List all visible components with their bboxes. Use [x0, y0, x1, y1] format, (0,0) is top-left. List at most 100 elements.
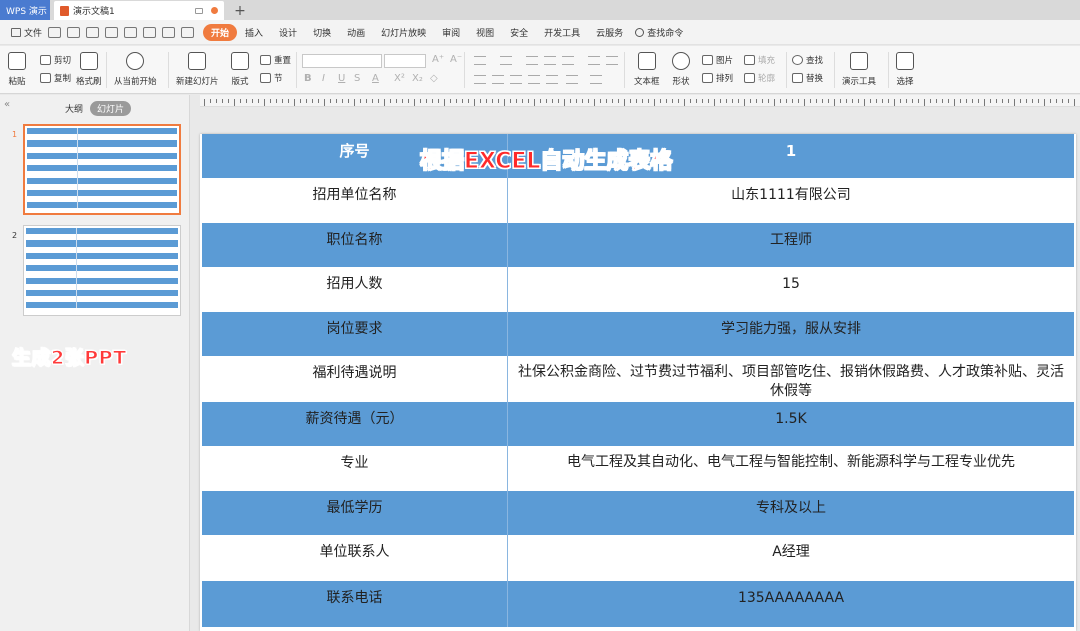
- table-cell-label[interactable]: 薪资待遇（元）: [202, 402, 507, 446]
- table-cell-label[interactable]: 招用单位名称: [202, 178, 507, 223]
- table-cell-label[interactable]: 联系电话: [202, 581, 507, 627]
- menu-item[interactable]: 切换: [305, 26, 339, 39]
- new-tab-button[interactable]: +: [230, 2, 250, 20]
- table-cell-value[interactable]: 工程师: [507, 223, 1074, 267]
- format-painter-button[interactable]: 格式刷: [76, 52, 102, 87]
- superscript-icon[interactable]: X²: [394, 73, 405, 84]
- tab-slides[interactable]: 幻灯片: [90, 101, 132, 116]
- numbering-icon[interactable]: [500, 56, 512, 65]
- save-icon[interactable]: [67, 26, 81, 38]
- underline-icon[interactable]: U: [338, 73, 345, 84]
- decrease-indent-icon[interactable]: [526, 56, 538, 65]
- wps-app-tab[interactable]: WPS 演示: [0, 0, 50, 20]
- customize-quick-access-icon[interactable]: [181, 26, 195, 38]
- font-color-icon[interactable]: A: [372, 73, 379, 84]
- text-direction-icon[interactable]: [606, 56, 618, 65]
- slide-thumbnail-1[interactable]: [23, 124, 181, 215]
- table-cell-value[interactable]: 电气工程及其自动化、电气工程与智能控制、新能源科学与工程专业优先: [507, 446, 1074, 491]
- clear-format-icon[interactable]: ◇: [430, 73, 438, 84]
- align-center-icon[interactable]: [492, 75, 504, 84]
- presentation-tools-button[interactable]: 演示工具: [842, 52, 876, 87]
- fill-button[interactable]: 填充: [744, 54, 775, 66]
- tab-outline[interactable]: 大纲: [58, 101, 90, 116]
- menu-item[interactable]: 设计: [271, 26, 305, 39]
- export-pdf-icon[interactable]: [124, 26, 138, 38]
- menu-item[interactable]: 开始: [203, 23, 238, 41]
- layout-button[interactable]: 版式: [231, 52, 249, 87]
- line-spacing-icon[interactable]: [562, 56, 574, 65]
- table-row[interactable]: 薪资待遇（元） 1.5K: [202, 402, 1074, 446]
- menu-item[interactable]: 插入: [237, 26, 271, 39]
- window-mode-icon[interactable]: [195, 7, 203, 14]
- table-cell-label[interactable]: 职位名称: [202, 223, 507, 267]
- table-cell-value[interactable]: A经理: [507, 535, 1074, 581]
- table-row[interactable]: 岗位要求 学习能力强，服从安排: [202, 312, 1074, 356]
- textbox-button[interactable]: 文本框: [634, 52, 660, 87]
- menu-item[interactable]: 幻灯片放映: [373, 26, 434, 39]
- shadow-icon[interactable]: S: [354, 73, 360, 84]
- table-row[interactable]: 职位名称 工程师: [202, 223, 1074, 267]
- collapse-panel-icon[interactable]: «: [4, 99, 10, 110]
- table-row[interactable]: 单位联系人 A经理: [202, 535, 1074, 581]
- copy-button[interactable]: 复制: [40, 72, 71, 84]
- grow-font-icon[interactable]: A⁺: [432, 54, 444, 65]
- table-cell-label[interactable]: 福利待遇说明: [202, 356, 507, 402]
- paste-button[interactable]: 粘贴: [8, 52, 26, 87]
- reset-button[interactable]: 重置: [260, 54, 291, 66]
- smartart-icon[interactable]: [590, 75, 602, 84]
- shrink-font-icon[interactable]: A⁻: [450, 54, 462, 65]
- table-row[interactable]: 最低学历 专科及以上: [202, 491, 1074, 535]
- table-row[interactable]: 福利待遇说明 社保公积金商险、过节费过节福利、项目部管吃住、报销休假路费、人才政策…: [202, 356, 1074, 402]
- bold-icon[interactable]: B: [304, 73, 312, 84]
- table-cell-label[interactable]: 单位联系人: [202, 535, 507, 581]
- print-preview-icon[interactable]: [105, 26, 119, 38]
- from-current-slide-button[interactable]: 从当前开始: [114, 52, 157, 87]
- unsaved-dot-icon[interactable]: [211, 7, 218, 14]
- table-row[interactable]: 招用人数 15: [202, 267, 1074, 312]
- menu-item[interactable]: 开发工具: [536, 26, 588, 39]
- columns-icon[interactable]: [588, 56, 600, 65]
- menu-item[interactable]: 安全: [502, 26, 536, 39]
- menu-item[interactable]: 动画: [339, 26, 373, 39]
- section-button[interactable]: 节: [260, 72, 283, 84]
- arrange-button[interactable]: 排列: [702, 72, 733, 84]
- menu-item[interactable]: 视图: [468, 26, 502, 39]
- file-menu[interactable]: 文件: [8, 26, 45, 39]
- table-cell-value[interactable]: 1.5K: [507, 402, 1074, 446]
- bullets-icon[interactable]: [474, 56, 486, 65]
- table-cell-value[interactable]: 15: [507, 267, 1074, 312]
- table-cell-value[interactable]: 社保公积金商险、过节费过节福利、项目部管吃住、报销休假路费、人才政策补贴、灵活休…: [507, 356, 1074, 402]
- subscript-icon[interactable]: X₂: [412, 73, 423, 84]
- align-left-icon[interactable]: [474, 75, 486, 84]
- table-cell-label[interactable]: 最低学历: [202, 491, 507, 535]
- picture-button[interactable]: 图片: [702, 54, 733, 66]
- slide-thumbnail-2[interactable]: [23, 225, 181, 316]
- table-row[interactable]: 招用单位名称 山东1111有限公司: [202, 178, 1074, 223]
- increase-indent-icon[interactable]: [544, 56, 556, 65]
- slide-canvas[interactable]: 序号 1 招用单位名称 山东1111有限公司 职位名称 工程师 招用人数 15 岗位要求 学习能力…: [200, 134, 1076, 631]
- command-search[interactable]: 查找命令: [635, 26, 683, 39]
- undo-icon[interactable]: [143, 26, 157, 38]
- outline-button[interactable]: 轮廓: [744, 72, 775, 84]
- table-cell-value[interactable]: 专科及以上: [507, 491, 1074, 535]
- table-cell-value[interactable]: 学习能力强，服从安排: [507, 312, 1074, 356]
- table-cell-value[interactable]: 135AAAAAAAA: [507, 581, 1074, 627]
- table-row[interactable]: 专业 电气工程及其自动化、电气工程与智能控制、新能源科学与工程专业优先: [202, 446, 1074, 491]
- menu-item[interactable]: 云服务: [588, 26, 631, 39]
- new-slide-button[interactable]: 新建幻灯片: [176, 52, 219, 87]
- cut-button[interactable]: 剪切: [40, 54, 71, 66]
- redo-icon[interactable]: [162, 26, 176, 38]
- distribute-icon[interactable]: [546, 75, 558, 84]
- menu-item[interactable]: 审阅: [434, 26, 468, 39]
- justify-icon[interactable]: [528, 75, 540, 84]
- select-button[interactable]: 选择: [896, 52, 914, 87]
- print-icon[interactable]: [86, 26, 100, 38]
- table-cell-value[interactable]: 山东1111有限公司: [507, 178, 1074, 223]
- table-cell-label[interactable]: 岗位要求: [202, 312, 507, 356]
- font-size-select[interactable]: [384, 54, 426, 68]
- find-button[interactable]: 查找: [792, 54, 823, 66]
- replace-button[interactable]: 替换: [792, 72, 823, 84]
- open-icon[interactable]: [48, 26, 62, 38]
- italic-icon[interactable]: I: [322, 73, 325, 84]
- align-right-icon[interactable]: [510, 75, 522, 84]
